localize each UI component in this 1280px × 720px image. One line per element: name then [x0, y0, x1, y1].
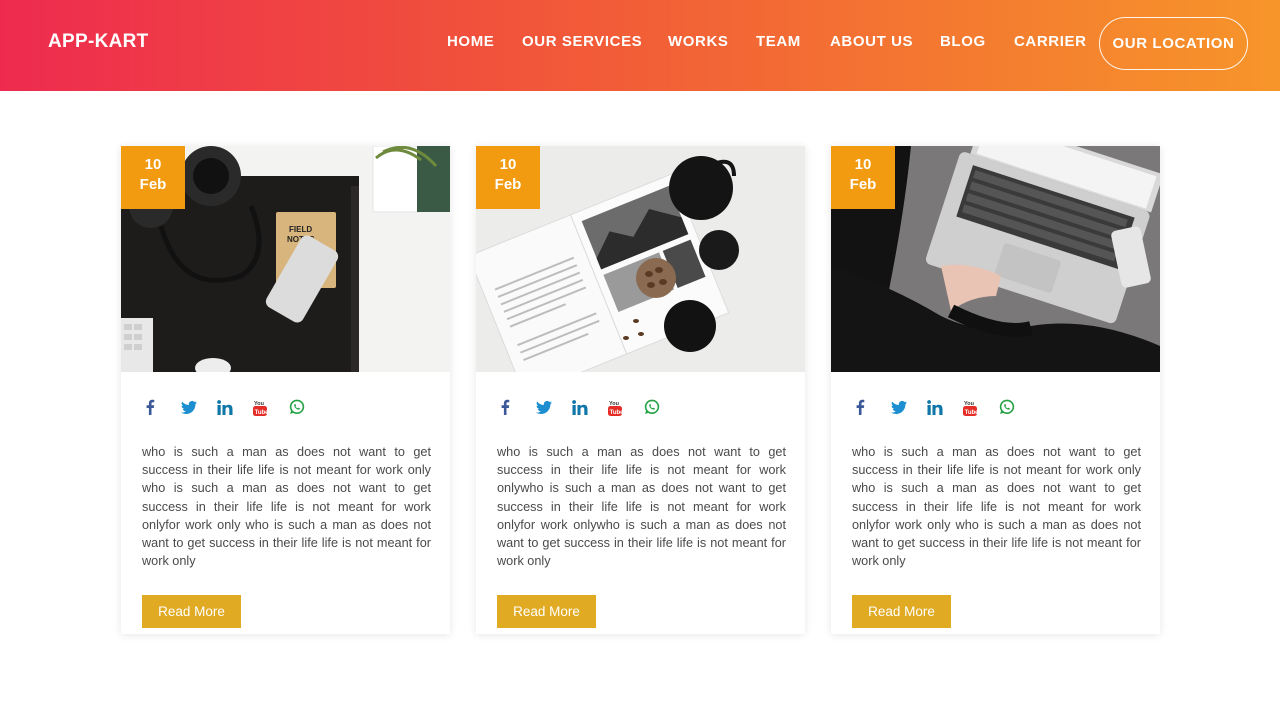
date-badge: 10 Feb	[831, 146, 895, 209]
linkedin-icon[interactable]	[927, 396, 963, 418]
twitter-icon[interactable]	[181, 396, 217, 418]
nav-carrier[interactable]: CARRIER	[1014, 33, 1087, 50]
whatsapp-icon[interactable]	[999, 396, 1035, 418]
read-more-button[interactable]: Read More	[852, 595, 951, 628]
youtube-icon[interactable]: You Tube	[608, 396, 644, 418]
svg-text:Tube: Tube	[255, 409, 267, 415]
date-month: Feb	[849, 176, 877, 193]
twitter-icon[interactable]	[891, 396, 927, 418]
facebook-icon[interactable]	[855, 396, 891, 418]
nav-our-services[interactable]: OUR SERVICES	[522, 33, 642, 50]
our-location-button[interactable]: OUR LOCATION	[1099, 17, 1248, 70]
main-nav: HOME OUR SERVICES WORKS TEAM ABOUT US BL…	[0, 0, 1280, 91]
twitter-icon[interactable]	[536, 396, 572, 418]
nav-blog[interactable]: BLOG	[940, 33, 986, 50]
nav-underline	[28, 91, 240, 99]
facebook-icon[interactable]	[145, 396, 181, 418]
whatsapp-icon[interactable]	[644, 396, 680, 418]
date-day: 10	[854, 156, 872, 173]
nav-about-us[interactable]: ABOUT US	[830, 33, 913, 50]
linkedin-icon[interactable]	[572, 396, 608, 418]
blog-card-3: 10 Feb You Tube who is such a man as does…	[831, 146, 1160, 634]
youtube-icon[interactable]: You Tube	[253, 396, 289, 418]
nav-works[interactable]: WORKS	[668, 33, 729, 50]
blog-card-1: FIELD NOTES 10 Feb YouTube who is such a…	[121, 146, 450, 634]
whatsapp-icon[interactable]	[289, 396, 325, 418]
read-more-button[interactable]: Read More	[497, 595, 596, 628]
date-month: Feb	[139, 176, 167, 193]
youtube-icon[interactable]: You Tube	[963, 396, 999, 418]
date-day: 10	[499, 156, 517, 173]
social-links: You Tube	[855, 396, 1035, 418]
read-more-button[interactable]: Read More	[142, 595, 241, 628]
date-month: Feb	[494, 176, 522, 193]
linkedin-icon[interactable]	[217, 396, 253, 418]
svg-text:Tube: Tube	[610, 409, 622, 415]
nav-home[interactable]: HOME	[447, 33, 494, 50]
blog-card-2: 10 Feb You Tube who is such a man as does…	[476, 146, 805, 634]
card-text: who is such a man as does not want to ge…	[852, 445, 1141, 569]
facebook-icon[interactable]	[500, 396, 536, 418]
date-badge: 10 Feb	[476, 146, 540, 209]
top-navbar: APP-KART HOME OUR SERVICES WORKS TEAM AB…	[0, 0, 1280, 91]
svg-text:FIELD: FIELD	[289, 225, 312, 234]
social-links: You Tube	[145, 396, 325, 418]
nav-team[interactable]: TEAM	[756, 33, 801, 50]
card-text: who is such a man as does not want to ge…	[497, 445, 786, 569]
social-links: You Tube	[500, 396, 680, 418]
card-text: who is such a man as does not want to ge…	[142, 445, 431, 569]
date-badge: 10 Feb	[121, 146, 185, 209]
svg-text:Tube: Tube	[965, 409, 977, 415]
date-day: 10	[144, 156, 162, 173]
